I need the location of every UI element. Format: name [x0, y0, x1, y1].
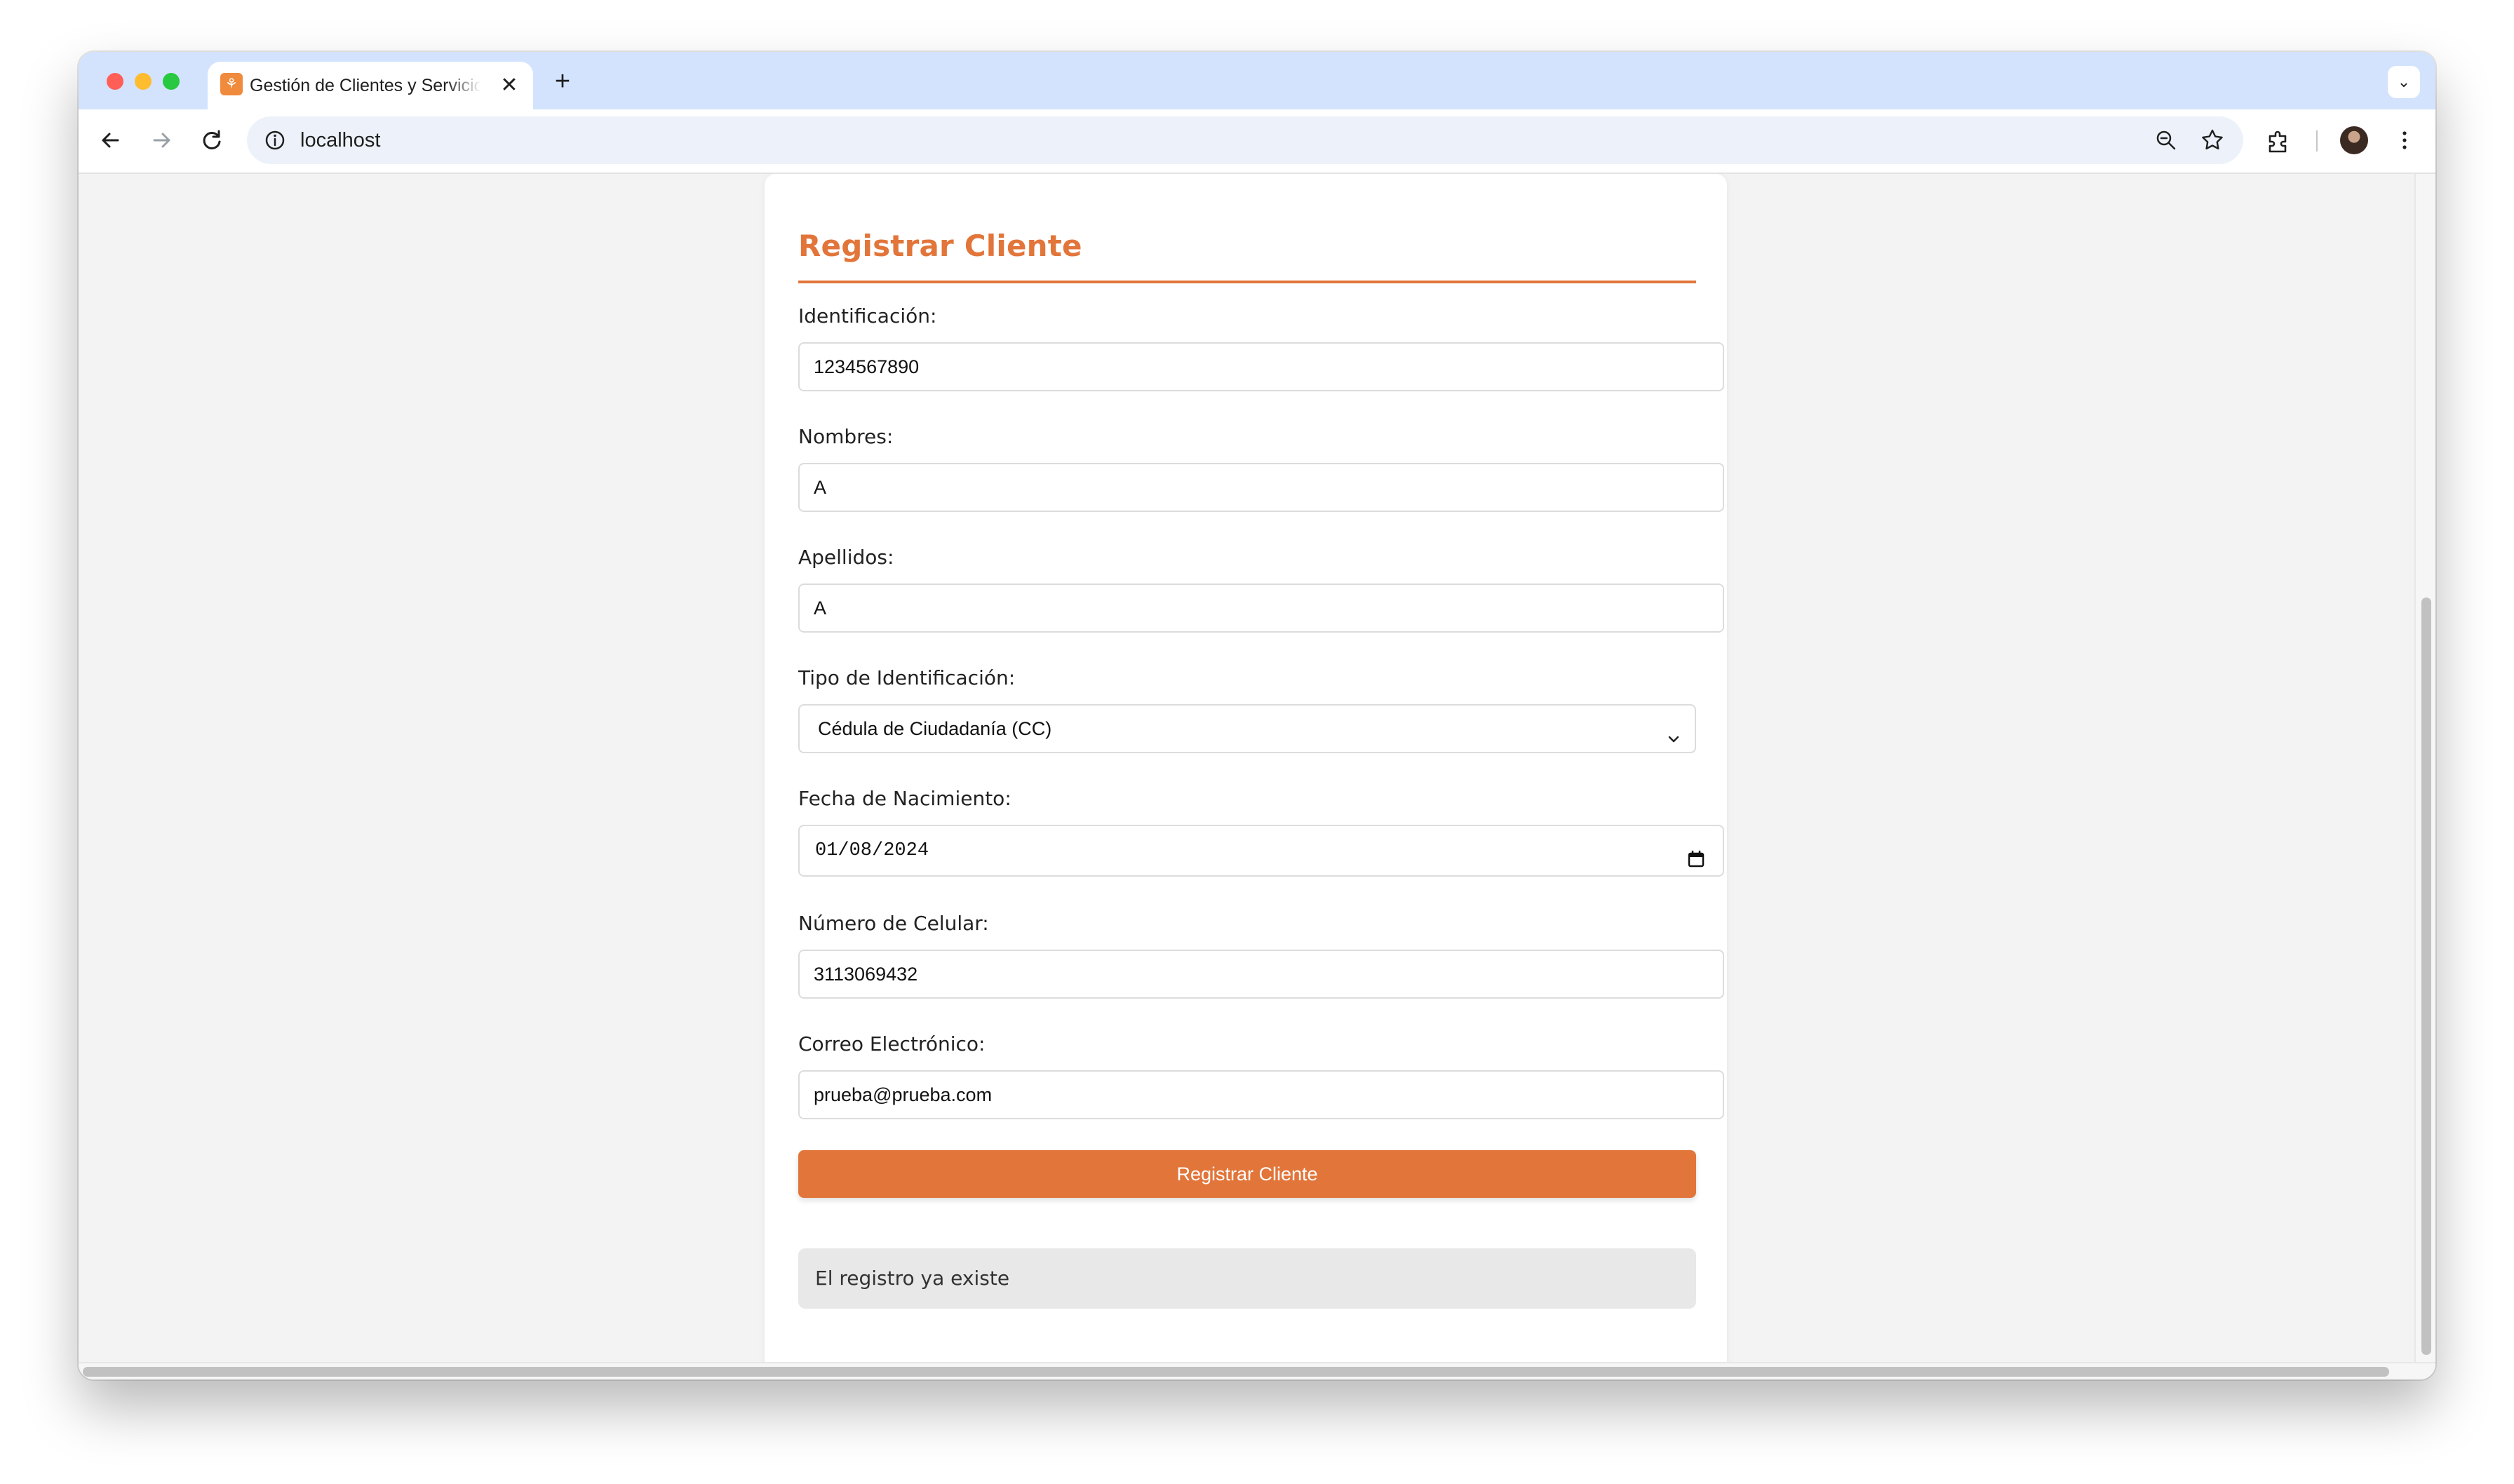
chevron-down-icon [1664, 720, 1683, 743]
apellidos-input[interactable]: A [798, 584, 1724, 633]
correo-label: Correo Electrónico: [798, 1032, 986, 1055]
vertical-scrollbar[interactable] [2414, 174, 2435, 1362]
forward-arrow-icon[interactable] [146, 125, 177, 156]
status-message: El registro ya existe [815, 1267, 1010, 1290]
site-info-icon[interactable] [262, 128, 288, 153]
identificacion-label: Identificación: [798, 304, 937, 328]
identificacion-input[interactable]: 1234567890 [798, 342, 1724, 391]
horizontal-scrollbar[interactable] [79, 1362, 2435, 1380]
correo-input[interactable]: prueba@prueba.com [798, 1070, 1724, 1119]
fecha-nacimiento-label: Fecha de Nacimiento: [798, 787, 1011, 810]
nombres-label: Nombres: [798, 425, 894, 448]
calendar-icon[interactable] [1686, 840, 1706, 868]
fecha-nacimiento-input[interactable]: 01/08/2024 [798, 825, 1724, 877]
extensions-icon[interactable] [2263, 125, 2294, 156]
tipo-identificacion-label: Tipo de Identificación: [798, 666, 1016, 689]
horizontal-scroll-thumb[interactable] [83, 1367, 2389, 1377]
maximize-window-button[interactable] [163, 73, 180, 90]
back-arrow-icon[interactable] [95, 125, 126, 156]
minimize-window-button[interactable] [135, 73, 152, 90]
tab-strip: ⚘ Gestión de Clientes y Servicios ✕ + ⌄ [79, 52, 2435, 109]
close-window-button[interactable] [107, 73, 123, 90]
nombres-input[interactable]: A [798, 463, 1724, 512]
browser-toolbar: localhost [79, 109, 2435, 174]
toolbar-separator [2316, 130, 2318, 151]
leaf-logo-icon: ⚘ [220, 73, 243, 95]
bookmark-star-icon[interactable] [2198, 126, 2226, 154]
kebab-menu-icon[interactable] [2389, 125, 2420, 156]
fecha-nacimiento-value: 01/08/2024 [815, 840, 929, 861]
celular-input[interactable]: 3113069432 [798, 950, 1724, 999]
celular-label: Número de Celular: [798, 912, 989, 935]
tipo-identificacion-select[interactable]: Cédula de Ciudadanía (CC) [798, 704, 1696, 753]
tab-search-chevron-icon[interactable]: ⌄ [2388, 66, 2420, 98]
url-text: localhost [300, 129, 381, 151]
status-message-box: El registro ya existe [798, 1248, 1696, 1309]
page-viewport: Registrar Cliente Identificación: 123456… [79, 174, 2435, 1380]
registrar-cliente-button[interactable]: Registrar Cliente [798, 1150, 1696, 1198]
tipo-identificacion-selected: Cédula de Ciudadanía (CC) [818, 718, 1052, 739]
profile-avatar[interactable] [2340, 126, 2368, 154]
vertical-scroll-thumb[interactable] [2421, 598, 2431, 1355]
close-tab-icon[interactable]: ✕ [497, 73, 522, 98]
reload-icon[interactable] [196, 125, 227, 156]
address-bar[interactable]: localhost [247, 116, 2243, 164]
browser-window: ⚘ Gestión de Clientes y Servicios ✕ + ⌄ … [79, 52, 2435, 1380]
tab-title: Gestión de Clientes y Servicios [250, 76, 481, 95]
title-divider [798, 281, 1696, 283]
apellidos-label: Apellidos: [798, 546, 894, 569]
form-title: Registrar Cliente [798, 229, 1082, 263]
register-client-card: Registrar Cliente Identificación: 123456… [765, 174, 1727, 1380]
new-tab-button[interactable]: + [547, 66, 578, 97]
active-tab[interactable]: ⚘ Gestión de Clientes y Servicios ✕ [208, 62, 533, 109]
zoom-icon[interactable] [2152, 126, 2180, 154]
